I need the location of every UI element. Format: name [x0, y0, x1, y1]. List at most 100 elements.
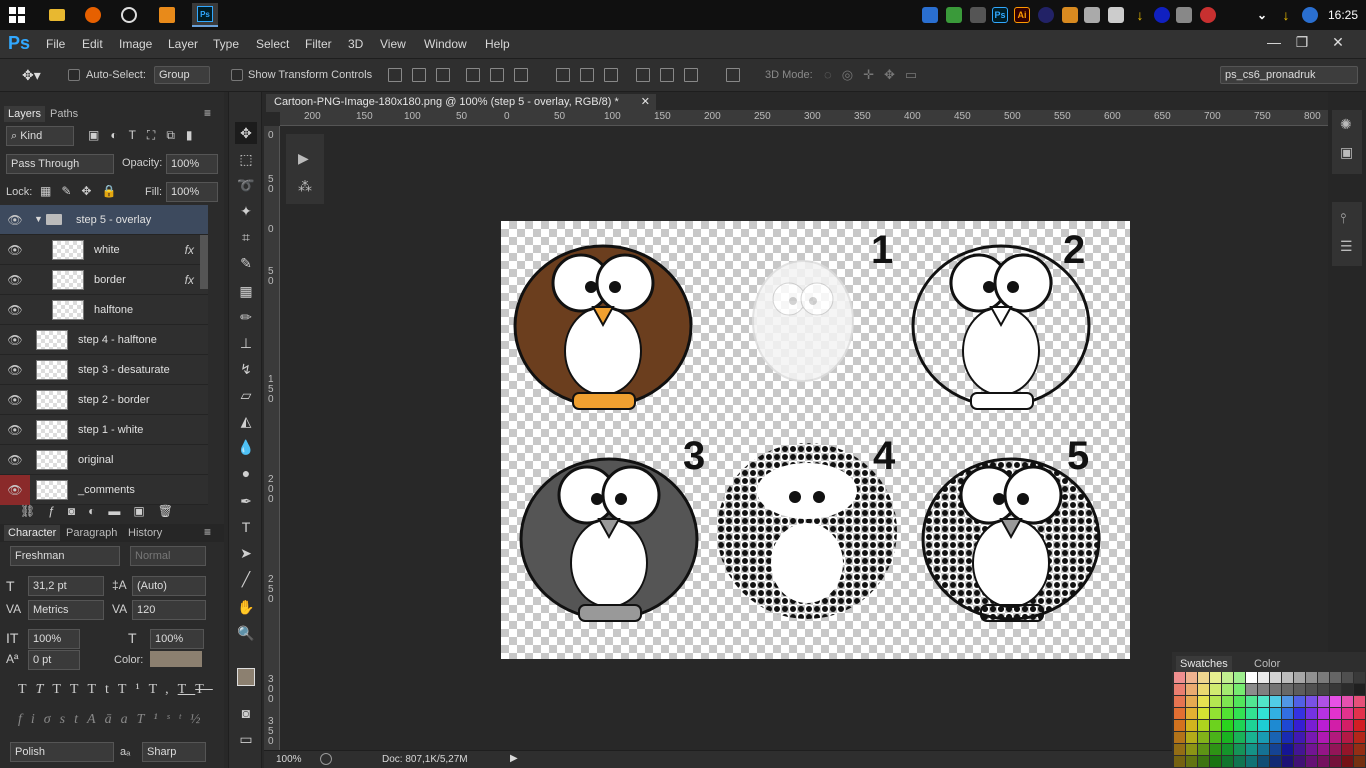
panel-menu-icon[interactable]: ≡ — [204, 525, 211, 539]
swatch[interactable] — [1306, 684, 1317, 695]
swatch[interactable] — [1222, 744, 1233, 755]
swatch[interactable] — [1234, 732, 1245, 743]
swatch[interactable] — [1306, 732, 1317, 743]
swatch[interactable] — [1270, 732, 1281, 743]
swatch[interactable] — [1318, 672, 1329, 683]
tab-history[interactable]: History — [128, 527, 162, 539]
screen-mode-icon[interactable]: ▭ — [235, 728, 257, 750]
layer-row-white[interactable]: 👁 white fx — [0, 235, 208, 265]
menu-3d[interactable]: 3D — [348, 37, 363, 51]
tab-swatches[interactable]: Swatches — [1176, 656, 1232, 672]
visibility-eye-icon[interactable]: 👁 — [0, 265, 30, 295]
menu-edit[interactable]: Edit — [82, 37, 103, 51]
swatch[interactable] — [1270, 708, 1281, 719]
workspace-dropdown[interactable]: ps_cs6_pronadruk — [1220, 66, 1358, 84]
layer-row-border[interactable]: 👁 border fx — [0, 265, 208, 295]
cube-icon[interactable]: ▣ — [1340, 144, 1353, 161]
swatch[interactable] — [1186, 720, 1197, 731]
swatch[interactable] — [1174, 672, 1185, 683]
menu-help[interactable]: Help — [485, 37, 510, 51]
menu-file[interactable]: File — [46, 37, 65, 51]
tray-icon-1[interactable] — [922, 7, 938, 23]
swatch[interactable] — [1222, 720, 1233, 731]
swatch[interactable] — [1342, 720, 1353, 731]
swatch[interactable] — [1354, 756, 1365, 767]
swatch[interactable] — [1306, 708, 1317, 719]
swatch[interactable] — [1198, 756, 1209, 767]
dodge-tool-icon[interactable]: ● — [235, 462, 257, 484]
swatch[interactable] — [1258, 756, 1269, 767]
swatch[interactable] — [1258, 744, 1269, 755]
baseline-shift-input[interactable]: 0 pt — [28, 650, 80, 670]
distribute-bottom-icon[interactable] — [604, 68, 618, 82]
crop-tool-icon[interactable]: ⌗ — [235, 226, 257, 248]
swatch[interactable] — [1342, 672, 1353, 683]
swatch[interactable] — [1342, 756, 1353, 767]
swatch[interactable] — [1222, 684, 1233, 695]
layer-row-step1[interactable]: 👁 step 1 - white — [0, 415, 208, 445]
swatch[interactable] — [1186, 732, 1197, 743]
line-tool-icon[interactable]: ╱ — [235, 568, 257, 590]
swatch[interactable] — [1354, 720, 1365, 731]
visibility-eye-icon[interactable]: 👁 — [0, 235, 30, 265]
swatch[interactable] — [1318, 720, 1329, 731]
text-style-buttons[interactable]: TTTTTtT¹T,TT — [18, 682, 213, 698]
brush-tool-icon[interactable]: ✏ — [235, 306, 257, 328]
fx-icon[interactable]: fx — [185, 243, 194, 257]
play-icon[interactable]: ▶ — [298, 150, 309, 167]
menu-layer[interactable]: Layer — [168, 37, 198, 51]
vertical-scale-input[interactable]: 100% — [28, 629, 80, 649]
swatch[interactable] — [1270, 672, 1281, 683]
layer-row-halftone[interactable]: 👁 halftone — [0, 295, 208, 325]
eraser-tool-icon[interactable]: ▱ — [235, 384, 257, 406]
swatch[interactable] — [1258, 684, 1269, 695]
swatch[interactable] — [1318, 708, 1329, 719]
path-selection-icon[interactable]: ➤ — [235, 542, 257, 564]
swatch[interactable] — [1330, 744, 1341, 755]
panel-menu-icon[interactable]: ≡ — [204, 106, 211, 120]
swatch[interactable] — [1354, 672, 1365, 683]
menu-filter[interactable]: Filter — [305, 37, 332, 51]
swatch[interactable] — [1258, 708, 1269, 719]
swatch[interactable] — [1210, 720, 1221, 731]
move-tool-icon[interactable]: ✥▾ — [22, 67, 41, 84]
swatch[interactable] — [1270, 744, 1281, 755]
tray-icon-6[interactable] — [1038, 7, 1054, 23]
tray-icon-13[interactable] — [1200, 7, 1216, 23]
swatch[interactable] — [1222, 756, 1233, 767]
history-brush-icon[interactable]: ↯ — [235, 358, 257, 380]
swatch[interactable] — [1294, 708, 1305, 719]
opentype-buttons[interactable]: fiσstAāaT¹ˢᵗ½ — [18, 712, 209, 728]
swatch[interactable] — [1270, 696, 1281, 707]
swatch[interactable] — [1282, 720, 1293, 731]
zoom-level[interactable]: 100% — [276, 754, 302, 765]
swatch[interactable] — [1294, 732, 1305, 743]
swatch[interactable] — [1234, 672, 1245, 683]
text-color-swatch[interactable] — [150, 651, 202, 667]
download-arrow-icon[interactable]: ↓ — [1132, 7, 1148, 23]
windows-start-icon[interactable] — [4, 3, 30, 27]
tab-color[interactable]: Color — [1254, 658, 1280, 670]
swatch[interactable] — [1330, 684, 1341, 695]
swatch[interactable] — [1282, 672, 1293, 683]
swatch[interactable] — [1342, 708, 1353, 719]
auto-align-icon[interactable] — [726, 68, 740, 82]
layer-row-comments[interactable]: 👁 _comments — [0, 475, 208, 505]
swatch[interactable] — [1282, 684, 1293, 695]
swatch[interactable] — [1330, 732, 1341, 743]
hand-tool-icon[interactable]: ✋ — [235, 596, 257, 618]
swatch[interactable] — [1330, 696, 1341, 707]
visibility-eye-icon[interactable]: 👁 — [0, 445, 30, 475]
swatches-grid[interactable] — [1174, 672, 1366, 768]
align-top-icon[interactable] — [388, 68, 402, 82]
swatch[interactable] — [1330, 720, 1341, 731]
swatch[interactable] — [1318, 696, 1329, 707]
swatch[interactable] — [1198, 732, 1209, 743]
lock-icons[interactable]: ▦✎✥🔒 — [40, 184, 126, 198]
swatch[interactable] — [1198, 744, 1209, 755]
distribute-vcenter-icon[interactable] — [580, 68, 594, 82]
tray-icon-7[interactable] — [1062, 7, 1078, 23]
opacity-input[interactable]: 100% — [166, 154, 218, 174]
swatch[interactable] — [1222, 696, 1233, 707]
swatch[interactable] — [1306, 720, 1317, 731]
